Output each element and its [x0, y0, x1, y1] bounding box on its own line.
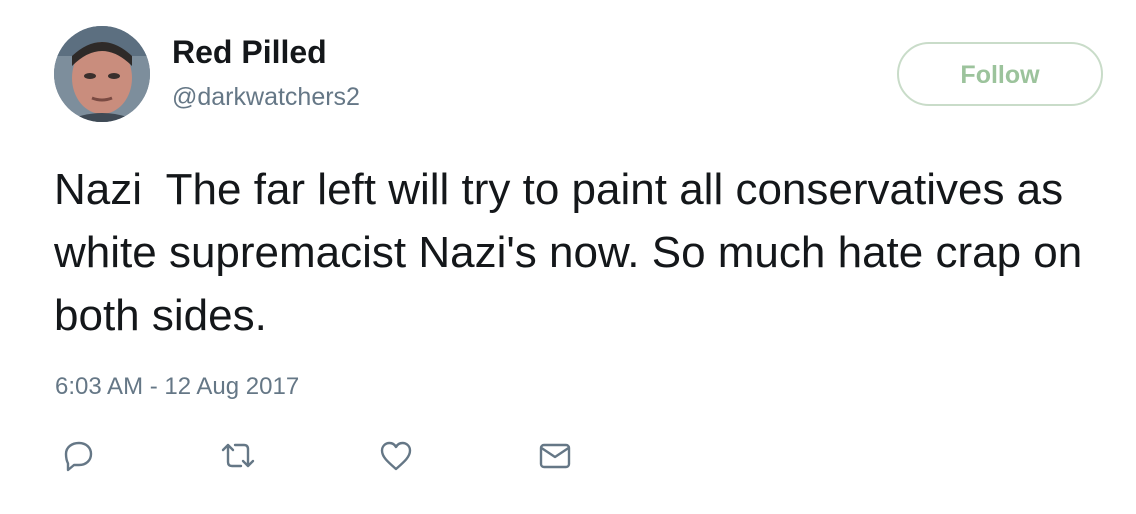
reply-button[interactable] [56, 436, 100, 476]
retweet-icon [221, 443, 255, 468]
direct-message-button[interactable] [533, 436, 577, 476]
follow-button[interactable]: Follow [897, 42, 1103, 106]
tweet-timestamp[interactable]: 6:03 AM - 12 Aug 2017 [55, 372, 299, 402]
reply-icon [64, 441, 93, 472]
tweet-card: Red Pilled @darkwatchers2 Follow Nazi Th… [0, 0, 1136, 514]
display-name[interactable]: Red Pilled [172, 33, 327, 71]
tweet-actions [0, 436, 1136, 476]
tweet-text: Nazi The far left will try to paint all … [54, 165, 1095, 340]
user-handle[interactable]: @darkwatchers2 [172, 82, 360, 112]
direct-message-icon [539, 443, 571, 469]
avatar[interactable] [54, 26, 150, 122]
retweet-button[interactable] [216, 436, 260, 476]
like-icon [380, 441, 412, 471]
like-button[interactable] [374, 436, 418, 476]
avatar-photo-icon [54, 26, 150, 122]
